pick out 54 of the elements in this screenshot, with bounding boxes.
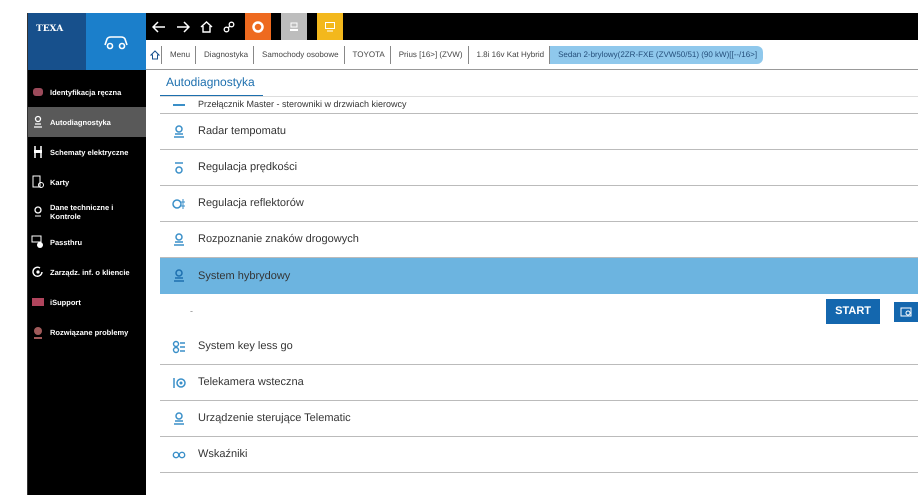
autodiagnostics-tab[interactable]: Autodiagnostyka <box>160 70 263 97</box>
menu-item-icon <box>31 295 45 309</box>
row-label: Telekamera wsteczna <box>198 375 304 390</box>
row-label: Rozpoznanie znaków drogowych <box>198 232 359 248</box>
breadcrumb-item[interactable]: Sedan 2-brylowy(2ZR-FXE (ZVW50/51) (90 kW)[[--/16>] <box>549 46 764 64</box>
breadcrumb-item[interactable]: Diagnostyka <box>195 46 254 64</box>
breadcrumb-item[interactable]: Samochody osobowe <box>253 46 345 64</box>
row-label: Radar tempomatu <box>198 124 286 140</box>
device-icon <box>289 20 299 32</box>
menu-item-icon <box>31 325 45 339</box>
home-icon[interactable] <box>150 50 160 60</box>
list-row[interactable]: Regulacja reflektorów <box>160 186 918 222</box>
back-icon[interactable] <box>152 20 166 32</box>
menu-item-icon <box>31 145 45 159</box>
list-row[interactable]: Regulacja prędkości <box>160 150 918 186</box>
forward-icon[interactable] <box>176 20 190 32</box>
info-button[interactable] <box>894 302 918 322</box>
car-icon[interactable] <box>102 34 130 50</box>
menu-item-icon <box>31 235 45 249</box>
list-row[interactable]: Telekamera wsteczna <box>160 365 918 401</box>
link-icon[interactable] <box>223 20 235 32</box>
person-icon <box>172 124 186 138</box>
menu-item-icon <box>31 175 45 189</box>
screen-icon <box>900 306 912 318</box>
row-label: System hybrydowy <box>198 268 290 284</box>
camera-icon <box>172 376 186 390</box>
menu-item-icon <box>31 85 45 99</box>
person-icon <box>172 269 186 283</box>
list-row[interactable]: System hybrydowy <box>160 258 918 294</box>
breadcrumb-item[interactable]: TOYOTA <box>344 46 391 64</box>
row-label: System key less go <box>198 339 293 354</box>
headlight-icon <box>172 196 186 210</box>
start-button[interactable]: START <box>826 299 880 324</box>
person-icon <box>172 232 186 246</box>
list-row[interactable]: System key less go <box>160 329 918 365</box>
row-label: Regulacja prędkości <box>198 160 298 176</box>
row-label: Urządzenie sterujące Telematic <box>198 411 351 426</box>
brand-logo: TEXA <box>36 24 64 34</box>
list-row[interactable]: Wskaźniki <box>160 437 918 473</box>
list-row[interactable]: Urządzenie sterujące Telematic <box>160 401 918 437</box>
menu-item-icon <box>31 115 45 129</box>
row-label: Wskaźniki <box>198 447 248 462</box>
list-row[interactable]: Radar tempomatu <box>160 114 918 150</box>
detail-text: - <box>190 304 194 318</box>
person-icon <box>172 412 186 426</box>
monitor-icon <box>324 20 336 32</box>
breadcrumb-item[interactable]: Menu <box>161 46 196 64</box>
row-label: Przełącznik Master - sterowniki w drzwiach kierowcy <box>198 98 407 112</box>
lifebuoy-icon <box>252 20 264 32</box>
list-row[interactable]: Przełącznik Master - sterowniki w drzwiach kierowcy <box>160 97 918 114</box>
row-label: Regulacja reflektorów <box>198 196 304 212</box>
breadcrumb-item[interactable]: Prius [16>] (ZVW) <box>390 46 468 64</box>
lifebuoy-button[interactable] <box>245 13 271 40</box>
menu-item-icon <box>31 265 45 279</box>
